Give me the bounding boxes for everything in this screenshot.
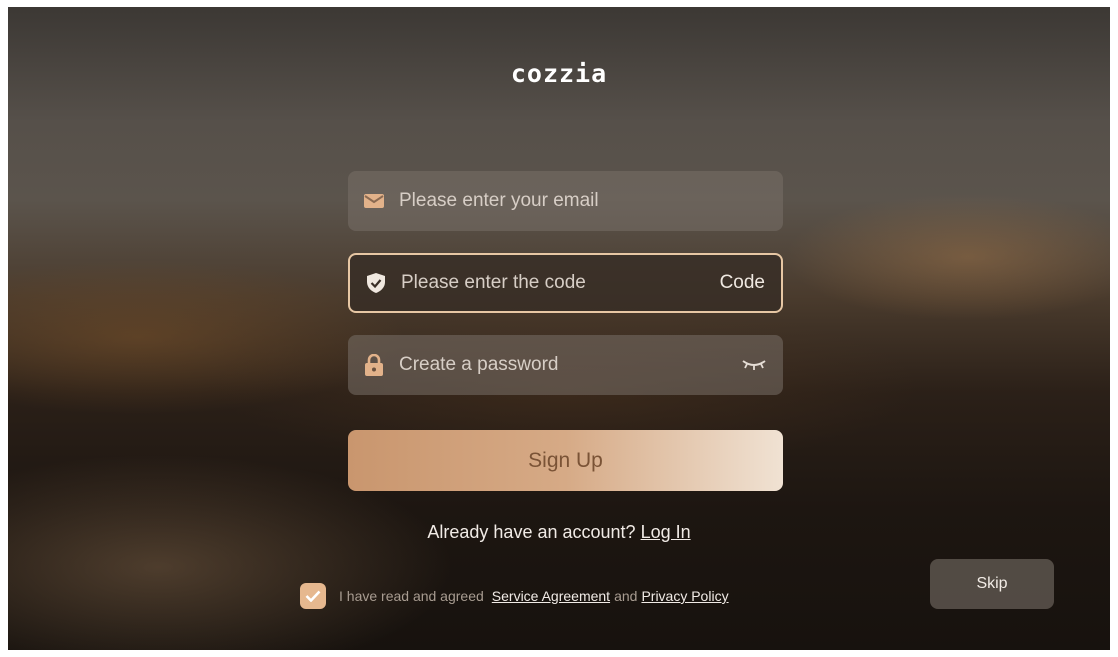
signup-screen: cozzia Please enter your email Please en… (8, 7, 1110, 650)
logo-text: cozzia (510, 59, 608, 88)
email-field[interactable]: Please enter your email (348, 171, 783, 231)
lock-icon (363, 354, 385, 376)
code-placeholder: Please enter the code (401, 272, 586, 293)
privacy-policy-link[interactable]: Privacy Policy (641, 588, 728, 604)
agreement-checkbox[interactable] (300, 583, 326, 609)
service-agreement-link[interactable]: Service Agreement (492, 588, 610, 604)
agreement-and: and (614, 588, 638, 604)
sign-up-button[interactable]: Sign Up (348, 430, 783, 491)
password-field[interactable]: Create a password (348, 335, 783, 395)
email-placeholder: Please enter your email (399, 190, 599, 211)
brand-logo: cozzia (8, 59, 1110, 88)
mail-icon (363, 190, 385, 212)
log-in-link[interactable]: Log In (641, 522, 691, 542)
password-placeholder: Create a password (399, 354, 559, 375)
agreement-row: I have read and agreed Service Agreement… (300, 581, 729, 611)
code-field[interactable]: Please enter the code Code (348, 253, 783, 313)
eye-closed-icon[interactable] (741, 354, 767, 376)
get-code-button[interactable]: Code (720, 272, 765, 294)
shield-check-icon (365, 272, 387, 294)
login-prompt: Already have an account? Log In (8, 522, 1110, 543)
agreement-prefix: I have read and agreed (339, 588, 484, 604)
login-prompt-text: Already have an account? (427, 522, 636, 542)
check-icon (305, 590, 321, 602)
skip-button[interactable]: Skip (930, 559, 1054, 609)
